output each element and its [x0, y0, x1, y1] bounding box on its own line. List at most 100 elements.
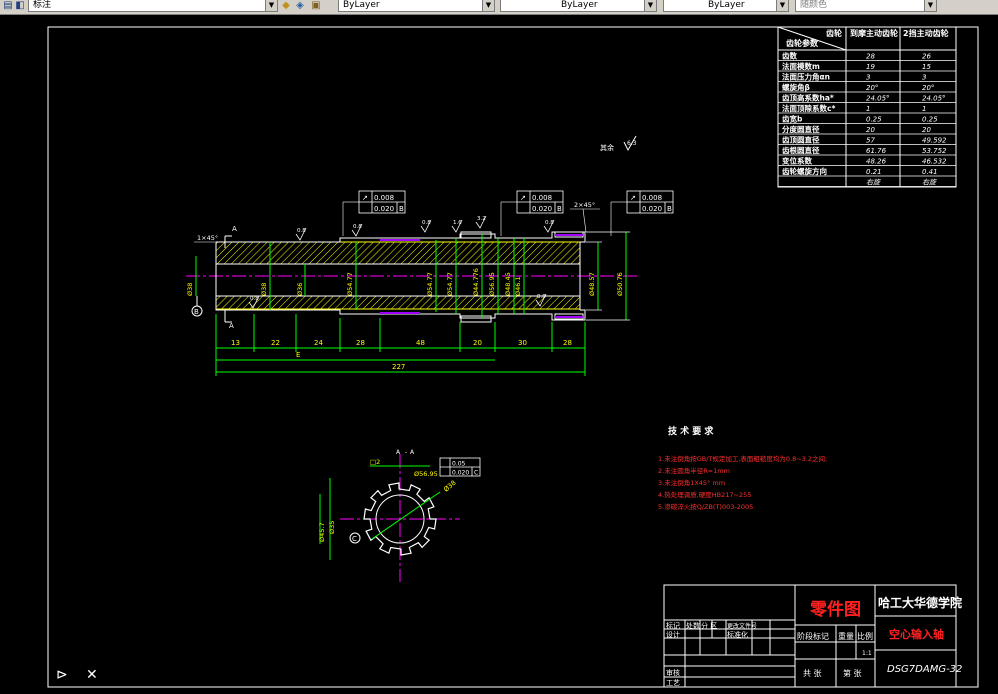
- param-row-value-1: 19: [866, 63, 875, 71]
- svg-text:重量: 重量: [838, 631, 854, 641]
- param-row-label: 齿根圆直径: [782, 145, 820, 155]
- svg-text:C: C: [352, 535, 357, 543]
- param-row-value-2: 0.25: [922, 116, 938, 124]
- param-row-value-2: 49.592: [922, 137, 947, 145]
- svg-text:分 区: 分 区: [701, 621, 717, 630]
- param-row-label: 齿轮螺旋方向: [782, 166, 827, 176]
- roughness-value: 0.8: [537, 294, 546, 300]
- chamfer-right-note: 2×45°: [570, 201, 600, 233]
- tech-req-item: 2.未注圆角半径R=1mm: [658, 466, 730, 475]
- param-row-value-1: 0.21: [866, 168, 882, 176]
- diameter-dimension-label: Ø38: [186, 283, 194, 296]
- axial-dimension-label: 22: [271, 339, 280, 347]
- lineweight-combo[interactable]: ByLayer ▼: [663, 0, 789, 12]
- color-combo[interactable]: ByLayer ▼: [338, 0, 495, 12]
- svg-text:处数: 处数: [686, 621, 700, 630]
- param-row-label: 法面压力角αn: [782, 72, 830, 82]
- param-row-value-2: 46.532: [922, 158, 947, 166]
- dim-e-label: E: [296, 351, 300, 359]
- svg-text:阶段标记: 阶段标记: [797, 631, 829, 641]
- param-row-label: 法面顶隙系数c*: [782, 103, 835, 113]
- make-current-layer-icon[interactable]: ◆: [280, 0, 292, 12]
- param-row-label: 齿数: [782, 51, 797, 61]
- param-row-value-1: 1: [866, 105, 870, 113]
- properties-toolbar: ▤ ◧ 标注 ▼ ◆ ◈ ▣ ByLayer ▼ ByLayer ▼ ByLayer ▼…: [0, 0, 998, 15]
- svg-text:A: A: [410, 449, 415, 456]
- section-dimension-label: □2: [370, 458, 380, 466]
- svg-text:A: A: [232, 225, 237, 233]
- shaft-lower-wall: [215, 295, 581, 310]
- layer-match-icon[interactable]: ▣: [310, 0, 322, 12]
- diameter-dimension-label: Ø54.77: [426, 272, 434, 296]
- drawing-type-label: 零件图: [809, 599, 861, 620]
- param-row-value-1: 48.26: [866, 158, 887, 166]
- roughness-value: 0.8: [250, 296, 259, 302]
- param-row-value-1: 20: [866, 126, 875, 134]
- param-row-label: 分度圆直径: [782, 124, 820, 134]
- plotstyle-combo[interactable]: 随颜色 ▼: [795, 0, 937, 12]
- param-row-value-1: 3: [866, 74, 870, 82]
- tech-req-title: 技 术 要 求: [668, 425, 714, 437]
- param-row-label: 法面模数m: [782, 61, 820, 71]
- tech-req-item: 4.热处理调质,硬度HB217~255: [658, 490, 751, 499]
- technical-requirements: 技 术 要 求 1.未注倒角按GB/T规定加工,表面粗糙度均为0.8~3.2之间…: [658, 425, 827, 511]
- diameter-dimension-label: Ø44.776: [472, 268, 480, 296]
- ucs-cross-icon: ✕: [86, 667, 98, 683]
- param-row-value-2: 26: [922, 53, 931, 61]
- section-dimension-label: Ø56.95: [414, 470, 438, 478]
- tolerance-value: 0.008: [532, 194, 552, 202]
- roughness-value: 0.8: [353, 224, 362, 230]
- param-row-value-2: 1: [922, 105, 926, 113]
- param-row-label: 变位系数: [782, 156, 812, 166]
- roughness-rest-note: 其余 6.3: [600, 135, 637, 152]
- tolerance-symbol: ↗: [630, 194, 636, 202]
- layer-state-icon[interactable]: ◧: [14, 0, 26, 12]
- param-row-value-2: 3: [922, 74, 926, 82]
- tolerance-value: 0.008: [642, 194, 662, 202]
- layer-previous-icon[interactable]: ◈: [294, 0, 306, 12]
- param-row-value-1: 28: [866, 53, 875, 61]
- tolerance-datum: B: [667, 205, 672, 213]
- layer-combo[interactable]: 标注 ▼: [28, 0, 278, 12]
- section-mark-bottom: A: [224, 310, 234, 330]
- linetype-combo[interactable]: ByLayer ▼: [500, 0, 657, 12]
- svg-text:6.3: 6.3: [627, 140, 637, 147]
- tolerance-frames: ↗ 0.008 0.020 B ↗ 0.008 0.020 B ↗ 0.008 0.020 B 0.05…: [342, 190, 674, 477]
- svg-text:1:1: 1:1: [862, 650, 872, 657]
- param-row-value-2: 53.752: [922, 147, 947, 155]
- sheet-outer-border: [47, 26, 979, 688]
- param-row-value-2: 24.05°: [922, 95, 946, 103]
- dim-total-label: 227: [392, 363, 405, 371]
- diameter-dimension-label: Ø38: [260, 283, 268, 296]
- layer-manager-icon[interactable]: ▤: [2, 0, 14, 12]
- axial-dimension-label: 30: [518, 339, 527, 347]
- tolerance-datum: B: [557, 205, 562, 213]
- param-row-value-1: 0.25: [866, 116, 882, 124]
- diameter-dimension-label: Ø50.76: [616, 272, 624, 296]
- roughness-value: 0.8: [422, 220, 431, 226]
- diameter-dimension-label: Ø54.77: [346, 272, 354, 296]
- tech-req-item: 5.渗碳淬火按Q/ZB(T)003-2005: [658, 502, 753, 511]
- school-name: 哈工大华德学院: [878, 595, 962, 610]
- param-row-value-1: 61.76: [866, 147, 887, 155]
- tolerance-value: 0.008: [374, 194, 394, 202]
- param-row-value-2: 右旋: [922, 179, 937, 187]
- drawing-canvas[interactable]: 齿轮 齿轮参数 到摩主动齿轮 2挡主动齿轮 齿数 28 26 法面模数m 19 15 法面压…: [0, 14, 998, 694]
- param-row-value-1: 右旋: [866, 179, 881, 187]
- shaft-upper-wall: [215, 241, 581, 265]
- tolerance-value: 0.020: [532, 205, 552, 213]
- param-row-value-2: 20: [922, 126, 931, 134]
- svg-text:比例: 比例: [857, 631, 873, 641]
- roughness-value: 1.6: [453, 220, 462, 226]
- tolerance-symbol: ↗: [362, 194, 368, 202]
- param-row-label: 齿宽b: [782, 114, 803, 124]
- svg-text:第 张: 第 张: [843, 668, 862, 678]
- tolerance-value: 0.020: [452, 470, 469, 477]
- param-row-value-2: 0.41: [922, 168, 938, 176]
- svg-text:其余: 其余: [600, 143, 614, 152]
- axial-dimensions: 13 22 24 28 48 20 30 28 E 227: [215, 314, 586, 376]
- datum-b-symbol: B: [191, 296, 203, 317]
- title-block-text: 零件图 哈工大华德学院 空心输入轴 DSG7DAMG-32 阶段标记 重量 比例…: [666, 595, 962, 687]
- svg-text:设计: 设计: [666, 630, 680, 639]
- roughness-value: 0.8: [545, 220, 554, 226]
